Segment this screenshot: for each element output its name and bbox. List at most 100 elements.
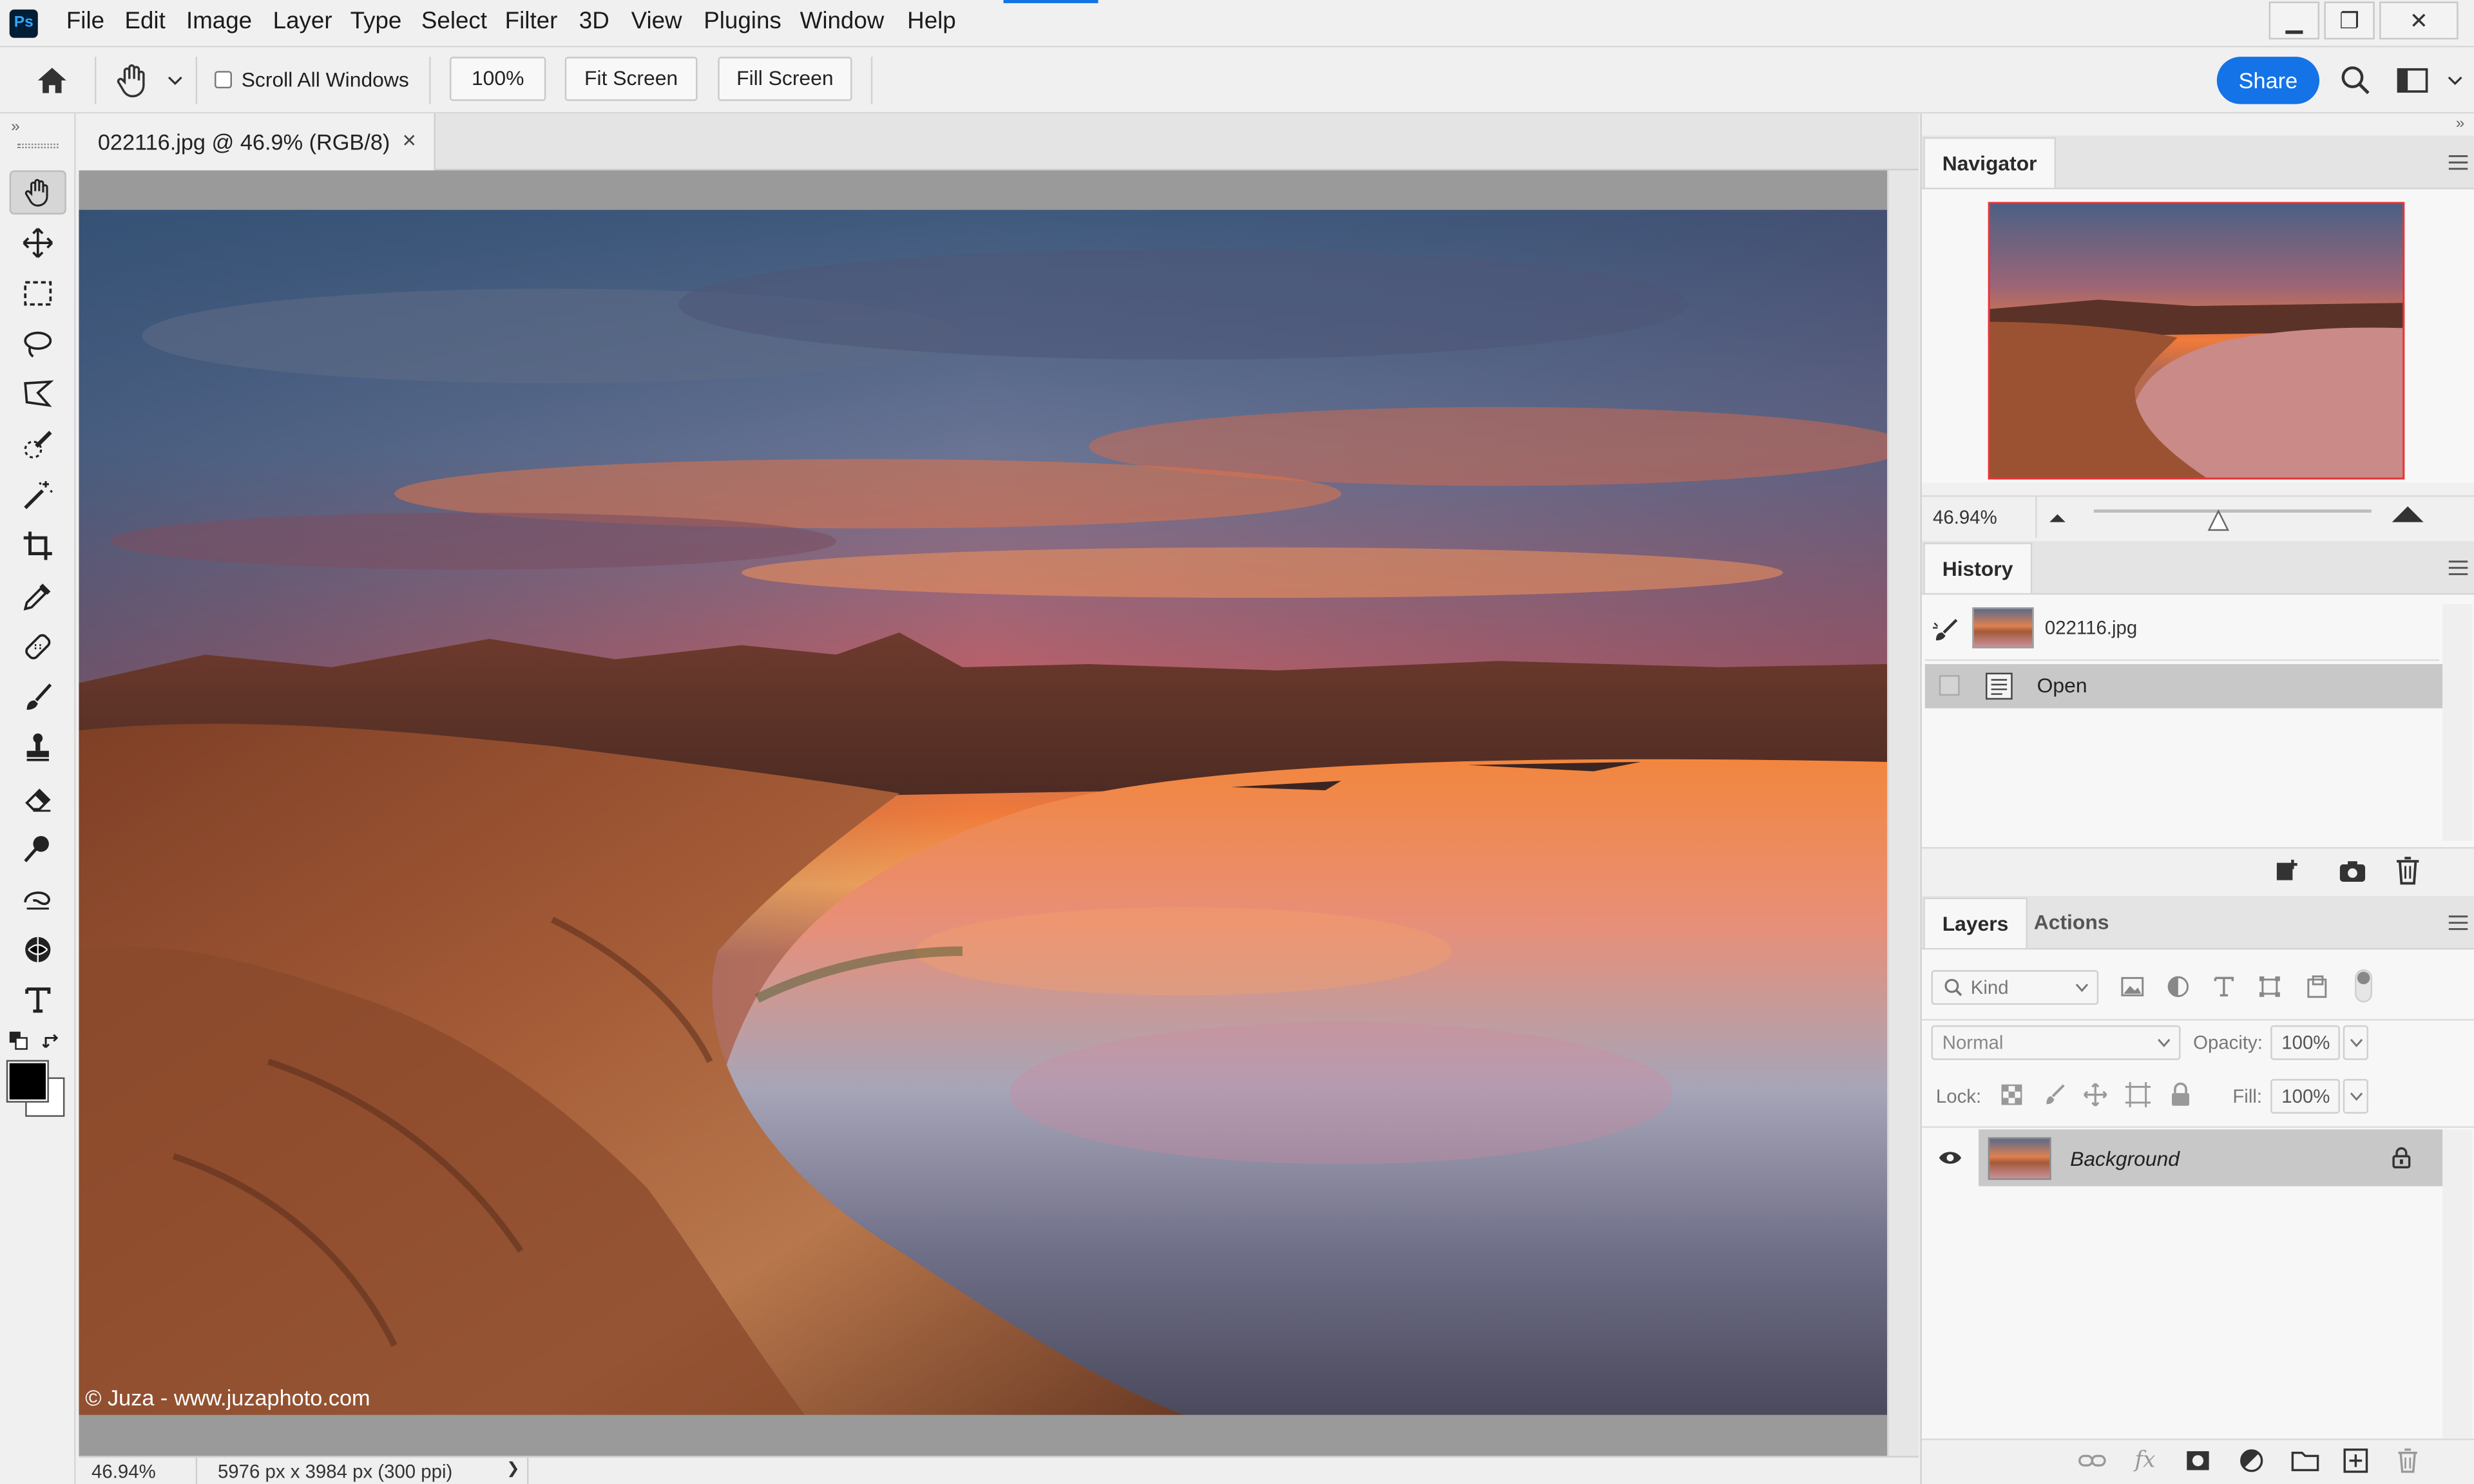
restore-button[interactable]: ❐ [2324,1,2375,40]
clone-stamp-tool-icon[interactable] [10,726,66,770]
layer-style-fx-icon[interactable]: fx [2134,1448,2155,1473]
fit-screen-button[interactable]: Fit Screen [564,57,698,101]
blend-mode-select[interactable]: Normal [1931,1025,2181,1060]
fill-screen-button[interactable]: Fill Screen [718,57,852,101]
layer-visibility-eye-icon[interactable] [1937,1150,1962,1165]
layers-menu-icon[interactable] [2447,915,2469,930]
delete-layer-icon[interactable] [2397,1448,2419,1473]
fill-dropdown[interactable] [2343,1079,2368,1114]
quick-selection-tool-icon[interactable] [10,423,66,467]
navigator-menu-icon[interactable] [2447,155,2469,170]
dodge-tool-icon[interactable] [10,826,66,871]
minimize-button[interactable]: ▁ [2268,1,2320,40]
lasso-tool-icon[interactable] [10,322,66,366]
tab-history[interactable]: History [1923,542,2032,593]
new-group-folder-icon[interactable] [2291,1450,2319,1472]
menu-file[interactable]: File [66,8,104,35]
foreground-color-swatch[interactable] [6,1060,49,1103]
delete-state-icon[interactable] [2395,857,2421,885]
filter-toggle-icon[interactable] [2354,969,2373,1004]
history-step[interactable]: Open [1924,664,2443,709]
pattern-tool-icon[interactable] [10,928,66,972]
zoom-100-button[interactable]: 100% [449,57,546,101]
add-mask-icon[interactable] [2185,1450,2210,1472]
menu-image[interactable]: Image [186,8,252,35]
lock-artboard-icon[interactable] [2125,1082,2151,1108]
tab-navigator[interactable]: Navigator [1923,137,2056,188]
chevron-down-icon[interactable] [168,74,183,87]
toolbar-grip[interactable] [17,143,59,149]
new-layer-icon[interactable] [2343,1448,2368,1473]
scroll-all-windows-checkbox[interactable] [215,71,233,89]
close-tab-icon[interactable]: × [402,128,416,155]
eraser-tool-icon[interactable] [10,776,66,821]
zoom-slider-track[interactable] [2093,509,2372,513]
menu-window[interactable]: Window [800,8,885,35]
menu-plugins[interactable]: Plugins [704,8,781,35]
opacity-field[interactable]: 100% [2270,1025,2340,1060]
collapse-panels-icon[interactable]: » [2456,115,2465,133]
type-tool-icon[interactable] [10,978,66,1022]
smudge-tool-icon[interactable] [10,877,66,922]
history-snapshot[interactable]: 022116.jpg [1925,604,2442,654]
lock-position-icon[interactable] [2083,1082,2108,1107]
fill-field[interactable]: 100% [2270,1079,2340,1114]
menu-3d[interactable]: 3D [579,8,609,35]
new-document-from-state-icon[interactable] [2274,858,2302,883]
search-icon[interactable] [2340,64,2372,96]
filter-shape-icon[interactable] [2258,975,2282,998]
document-tab[interactable]: 022116.jpg @ 46.9% (RGB/8) × [79,113,436,171]
vertical-scrollbar[interactable] [1887,170,1919,1456]
marquee-tool-icon[interactable] [10,271,66,316]
lock-image-pixels-icon[interactable] [2043,1083,2065,1105]
healing-brush-tool-icon[interactable] [10,625,66,669]
status-menu-arrow-icon[interactable]: ❯ [506,1461,520,1478]
status-zoom[interactable]: 46.94% [91,1461,156,1483]
magic-wand-tool-icon[interactable] [10,473,66,518]
history-brush-source-checkbox[interactable] [1939,675,1960,696]
tab-layers[interactable]: Layers [1923,897,2028,948]
layer-kind-filter[interactable]: Kind [1931,970,2099,1005]
close-window-button[interactable]: ✕ [2379,1,2459,40]
collapse-toolbar-icon[interactable]: » [11,119,20,136]
zoom-slider-thumb[interactable] [2208,509,2230,531]
filter-type-icon[interactable] [2212,975,2236,998]
brush-tool-icon[interactable] [10,675,66,719]
zoom-in-icon[interactable] [2390,505,2425,524]
menu-edit[interactable]: Edit [124,8,165,35]
tab-actions[interactable]: Actions [2017,897,2127,947]
hand-tool-icon[interactable] [9,170,66,215]
opacity-dropdown[interactable] [2343,1025,2368,1060]
zoom-out-icon[interactable] [2048,511,2067,524]
menu-select[interactable]: Select [421,8,487,35]
menu-help[interactable]: Help [907,8,956,35]
history-brush-source-icon[interactable] [1932,618,1960,643]
polygonal-lasso-tool-icon[interactable] [10,372,66,417]
filter-pixel-icon[interactable] [2120,976,2144,997]
layer-row[interactable]: Background [1922,1129,2474,1186]
create-snapshot-icon[interactable] [2338,858,2366,883]
history-menu-icon[interactable] [2447,560,2469,575]
crop-tool-icon[interactable] [10,524,66,568]
workspace-chevron-icon[interactable] [2447,74,2462,87]
menu-filter[interactable]: Filter [505,8,558,35]
menu-view[interactable]: View [631,8,682,35]
document-image[interactable]: © Juza - www.juzaphoto.com [79,209,1888,1415]
eyedropper-tool-icon[interactable] [10,574,66,618]
default-colors-icon[interactable] [9,1031,28,1051]
workspace-icon[interactable] [2397,66,2428,95]
lock-all-icon[interactable] [2169,1082,2191,1107]
home-icon[interactable] [35,63,70,98]
menu-layer[interactable]: Layer [273,8,332,35]
canvas-area[interactable]: © Juza - www.juzaphoto.com [79,170,1888,1456]
menu-type[interactable]: Type [350,8,402,35]
lock-transparent-pixels-icon[interactable] [2000,1083,2022,1105]
new-adjustment-layer-icon[interactable] [2239,1448,2264,1473]
layer-name[interactable]: Background [2070,1146,2180,1170]
layer-lock-icon[interactable] [2392,1146,2411,1168]
link-layers-icon[interactable] [2078,1453,2106,1469]
move-tool-icon[interactable] [10,221,66,265]
swap-colors-icon[interactable] [43,1032,61,1051]
navigator-zoom-value[interactable]: 46.94% [1933,506,1997,528]
layers-scrollbar[interactable] [2442,1129,2473,1439]
